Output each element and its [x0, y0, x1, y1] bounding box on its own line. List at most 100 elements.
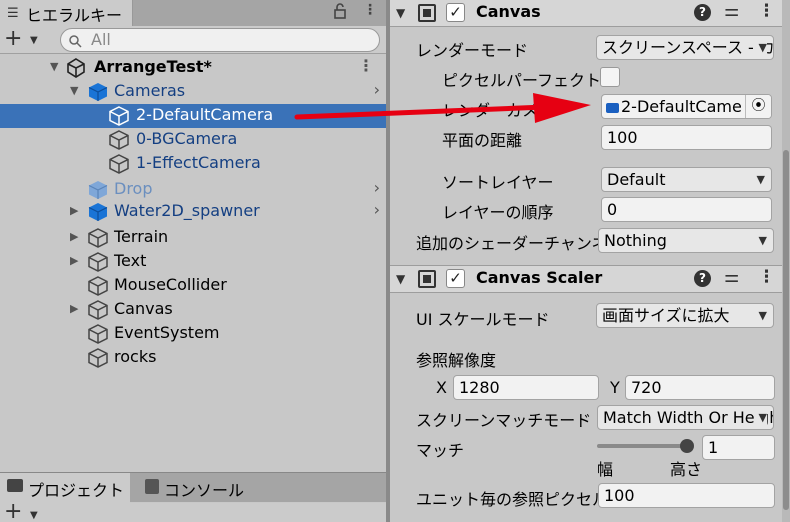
caret-down-icon: ▼ — [30, 510, 38, 521]
component-title: Canvas — [476, 2, 541, 21]
screen-match-mode-dropdown[interactable]: Match Width Or Height ▼ — [597, 405, 774, 430]
hierarchy-item-canvas[interactable]: ▶ Canvas — [0, 298, 388, 322]
collapse-arrow-icon[interactable]: ▶ — [70, 230, 78, 243]
render-mode-dropdown[interactable]: スクリーンスペース - カ ▼ — [596, 35, 774, 60]
hierarchy-tab-label: ヒエラルキー — [26, 6, 123, 25]
sorting-layer-dropdown[interactable]: Default ▼ — [601, 167, 772, 192]
plus-icon: + — [4, 26, 23, 51]
sorting-layer-value: Default — [607, 170, 666, 189]
shader-channels-dropdown[interactable]: Nothing ▼ — [598, 228, 774, 253]
expand-arrow-icon[interactable]: ▼ — [70, 84, 78, 97]
gameobject-cube-icon — [87, 227, 109, 249]
component-menu-icon[interactable]: ⋮ — [758, 267, 775, 287]
tab-console-label: コンソール — [164, 481, 245, 500]
component-menu-icon[interactable]: ⋮ — [758, 1, 775, 21]
screen-match-mode-value: Match Width Or Height — [603, 408, 774, 427]
search-input[interactable]: All — [60, 28, 380, 52]
item-label: Water2D_spawner — [114, 201, 260, 220]
add-object-button[interactable]: + ▼ — [4, 26, 46, 51]
help-icon[interactable]: ? — [694, 270, 711, 287]
resolution-x-input[interactable]: 1280 — [453, 375, 599, 400]
prefab-cube-icon — [87, 81, 109, 103]
slider-height-label: 高さ — [670, 460, 703, 479]
sorting-layer-label: ソートレイヤー — [442, 173, 554, 192]
collapse-arrow-icon[interactable]: ▶ — [70, 302, 78, 315]
chevron-right-icon[interactable]: › — [374, 200, 380, 219]
hierarchy-tab[interactable]: ☰ ヒエラルキー — [0, 0, 133, 26]
kebab-icon[interactable]: ⋮ — [363, 2, 377, 18]
render-camera-field[interactable]: 2-DefaultCame ⦿ — [601, 94, 772, 119]
hierarchy-item-drop[interactable]: Drop › — [0, 178, 388, 202]
tab-console[interactable]: コンソール — [140, 473, 270, 503]
collapse-arrow-icon[interactable]: ▶ — [70, 204, 78, 217]
render-mode-label: レンダーモード — [416, 41, 529, 60]
ui-scale-mode-value: 画面サイズに拡大 — [602, 306, 730, 325]
dropdown-arrow-icon: ▼ — [755, 304, 767, 327]
search-icon — [69, 31, 82, 52]
chevron-right-icon[interactable]: › — [374, 178, 380, 197]
pixel-perfect-checkbox[interactable] — [600, 67, 620, 87]
match-slider-thumb[interactable] — [680, 439, 694, 453]
render-mode-value: スクリーンスペース - カ — [602, 38, 774, 57]
project-toolbar — [0, 503, 388, 522]
fold-arrow-icon[interactable]: ▼ — [396, 272, 405, 286]
item-label: rocks — [114, 347, 157, 366]
ref-pixels-per-unit-input[interactable]: 100 — [598, 483, 775, 508]
match-label: マッチ — [416, 441, 465, 460]
gameobject-cube-icon — [87, 323, 109, 345]
item-label: MouseCollider — [114, 275, 227, 294]
tab-project-label: プロジェクト — [28, 481, 125, 500]
plus-icon: + — [4, 499, 23, 522]
inspector-scrollbar-thumb[interactable] — [783, 150, 789, 510]
item-label: Canvas — [114, 299, 173, 318]
canvas-enabled-checkbox[interactable]: ✓ — [446, 3, 465, 22]
scene-menu-icon[interactable]: ⋮ — [358, 56, 374, 75]
shader-channels-value: Nothing — [604, 231, 667, 250]
hierarchy-item-1-effectcamera[interactable]: 1-EffectCamera — [0, 152, 388, 176]
screen-match-mode-label: スクリーンマッチモード — [416, 411, 592, 430]
preset-sliders-icon[interactable]: ⚌ — [724, 267, 739, 287]
shader-channels-label: 追加のシェーダーチャンネル — [416, 234, 624, 253]
annotation-arrow-icon — [294, 93, 591, 123]
folder-icon — [7, 479, 23, 492]
scene-row[interactable]: ▼ ArrangeTest* ⋮ — [0, 56, 388, 80]
canvas-scaler-component-header[interactable]: ▼ ✓ Canvas Scaler ? ⚌ ⋮ — [390, 265, 782, 293]
order-in-layer-input[interactable]: 0 — [601, 197, 772, 222]
hierarchy-item-text[interactable]: ▶ Text — [0, 250, 388, 274]
item-label: Cameras — [114, 81, 186, 100]
plane-distance-input[interactable]: 100 — [601, 125, 772, 150]
help-icon[interactable]: ? — [694, 4, 711, 21]
match-slider-track[interactable] — [597, 444, 687, 448]
y-label: Y — [610, 378, 620, 397]
resolution-y-input[interactable]: 720 — [625, 375, 775, 400]
canvas-scaler-enabled-checkbox[interactable]: ✓ — [446, 269, 465, 288]
hierarchy-item-rocks[interactable]: rocks — [0, 346, 388, 370]
canvas-component-header[interactable]: ▼ ✓ Canvas ? ⚌ ⋮ — [390, 0, 782, 27]
object-picker-icon[interactable]: ⦿ — [745, 95, 771, 118]
lock-icon[interactable] — [333, 2, 347, 24]
hierarchy-item-terrain[interactable]: ▶ Terrain — [0, 226, 388, 250]
reference-resolution-label: 参照解像度 — [416, 351, 497, 370]
gameobject-cube-icon — [108, 153, 130, 175]
gameobject-cube-icon — [108, 105, 130, 127]
component-title: Canvas Scaler — [476, 268, 603, 287]
ui-scale-mode-label: UI スケールモード — [416, 310, 550, 329]
preset-sliders-icon[interactable]: ⚌ — [724, 1, 739, 21]
prefab-cube-icon — [87, 179, 109, 201]
hierarchy-item-eventsystem[interactable]: EventSystem — [0, 322, 388, 346]
search-placeholder: All — [91, 30, 111, 49]
project-add-button[interactable]: + ▼ — [4, 501, 46, 522]
dropdown-arrow-icon: ▼ — [755, 406, 767, 429]
fold-arrow-icon[interactable]: ▼ — [396, 6, 405, 20]
hierarchy-item-water2d-spawner[interactable]: ▶ Water2D_spawner › — [0, 200, 388, 224]
render-camera-value: 2-DefaultCame — [621, 97, 742, 116]
ui-scale-mode-dropdown[interactable]: 画面サイズに拡大 ▼ — [596, 303, 774, 328]
match-value-input[interactable]: 1 — [702, 435, 775, 460]
dropdown-arrow-icon: ▼ — [755, 36, 767, 59]
hierarchy-item-mousecollider[interactable]: MouseCollider — [0, 274, 388, 298]
expand-arrow-icon[interactable]: ▼ — [50, 60, 58, 73]
collapse-arrow-icon[interactable]: ▶ — [70, 254, 78, 267]
item-label: Terrain — [114, 227, 169, 246]
canvas-icon — [418, 4, 436, 22]
gameobject-cube-icon — [108, 129, 130, 151]
